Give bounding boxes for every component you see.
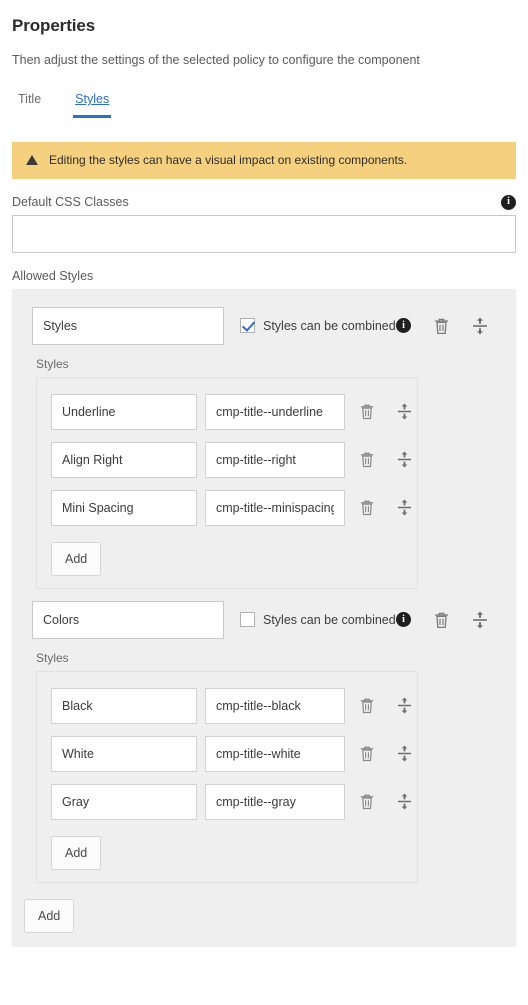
drag-handle-icon[interactable] <box>397 450 412 469</box>
style-group-header: Styles can be combined i <box>22 593 506 647</box>
drag-handle-icon[interactable] <box>472 610 488 630</box>
style-row <box>37 778 417 826</box>
trash-icon[interactable] <box>359 745 375 762</box>
trash-icon[interactable] <box>359 451 375 468</box>
style-class-input[interactable] <box>205 687 345 724</box>
tab-bar: Title Styles <box>12 90 516 119</box>
styles-sub-label: Styles <box>36 356 69 371</box>
style-class-input[interactable] <box>205 393 345 430</box>
add-group-row: Add <box>22 887 506 933</box>
page-description: Then adjust the settings of the selected… <box>12 53 420 67</box>
add-style-button[interactable]: Add <box>51 541 102 576</box>
warning-triangle-icon <box>26 155 38 166</box>
style-name-input[interactable] <box>51 735 197 772</box>
style-name-input[interactable] <box>51 783 197 820</box>
style-name-input[interactable] <box>51 441 197 478</box>
trash-icon[interactable] <box>359 793 375 810</box>
style-name-input[interactable] <box>51 687 197 724</box>
drag-handle-icon[interactable] <box>397 792 412 811</box>
allowed-styles-label: Allowed Styles <box>12 268 94 283</box>
style-row-actions <box>359 498 412 517</box>
style-group-actions: i <box>396 610 506 630</box>
styles-list-panel: Add <box>36 376 418 589</box>
info-glyph: i <box>501 194 516 210</box>
styles-sub-label: Styles <box>36 650 69 665</box>
combine-checkbox-wrap: Styles can be combined <box>240 318 396 334</box>
info-glyph: i <box>396 318 411 334</box>
info-icon[interactable]: i <box>396 612 411 628</box>
style-row-actions <box>359 402 412 421</box>
default-css-classes-input[interactable] <box>12 214 516 253</box>
add-style-row: Add <box>37 532 417 576</box>
combine-checkbox-label: Styles can be combined <box>263 318 396 333</box>
info-glyph: i <box>396 612 411 628</box>
style-class-input[interactable] <box>205 441 345 478</box>
style-row <box>37 388 417 436</box>
style-row <box>37 730 417 778</box>
style-row <box>37 682 417 730</box>
styles-can-be-combined-checkbox[interactable] <box>240 318 255 334</box>
trash-icon[interactable] <box>359 697 375 714</box>
style-class-input[interactable] <box>205 735 345 772</box>
allowed-styles-container: Styles can be combined i <box>12 288 516 947</box>
properties-panel: Properties Then adjust the settings of t… <box>0 0 528 1005</box>
tab-styles[interactable]: Styles <box>73 90 112 119</box>
combine-checkbox-wrap: Styles can be combined <box>240 612 396 628</box>
styles-list-panel: Add <box>36 670 418 883</box>
panel-header: Properties Then adjust the settings of t… <box>0 0 528 119</box>
style-group: Styles can be combined i <box>22 592 506 883</box>
trash-icon[interactable] <box>433 317 450 335</box>
default-css-classes-label: Default CSS Classes <box>12 195 129 210</box>
style-row-actions <box>359 744 412 763</box>
warning-banner: Editing the styles can have a visual imp… <box>12 142 516 179</box>
trash-icon[interactable] <box>359 499 375 516</box>
info-icon[interactable]: i <box>396 318 411 334</box>
tab-title[interactable]: Title <box>16 90 43 118</box>
drag-handle-icon[interactable] <box>397 696 412 715</box>
default-css-classes-label-row: Default CSS Classes i <box>12 194 516 210</box>
style-group: Styles can be combined i <box>22 298 506 589</box>
style-row-actions <box>359 696 412 715</box>
warning-banner-wrap: Editing the styles can have a visual imp… <box>0 142 528 179</box>
style-row-actions <box>359 450 412 469</box>
warning-text: Editing the styles can have a visual imp… <box>49 153 408 168</box>
style-class-input[interactable] <box>205 783 345 820</box>
info-icon[interactable]: i <box>501 194 516 210</box>
add-style-group-button[interactable]: Add <box>24 898 75 933</box>
style-group-header: Styles can be combined i <box>22 299 506 353</box>
style-name-input[interactable] <box>51 489 197 526</box>
styles-can-be-combined-checkbox[interactable] <box>240 612 255 628</box>
style-group-name-input[interactable] <box>32 306 224 345</box>
trash-icon[interactable] <box>433 611 450 629</box>
style-class-input[interactable] <box>205 489 345 526</box>
page-title: Properties <box>12 16 96 35</box>
style-group-name-input[interactable] <box>32 600 224 639</box>
drag-handle-icon[interactable] <box>397 744 412 763</box>
drag-handle-icon[interactable] <box>397 402 412 421</box>
style-group-actions: i <box>396 316 506 336</box>
combine-checkbox-label: Styles can be combined <box>263 612 396 627</box>
style-row-actions <box>359 792 412 811</box>
add-style-button[interactable]: Add <box>51 835 102 870</box>
style-name-input[interactable] <box>51 393 197 430</box>
add-style-row: Add <box>37 826 417 870</box>
drag-handle-icon[interactable] <box>397 498 412 517</box>
style-row <box>37 436 417 484</box>
default-css-classes-block: Default CSS Classes i Allowed Styles <box>0 194 528 283</box>
trash-icon[interactable] <box>359 403 375 420</box>
drag-handle-icon[interactable] <box>472 316 488 336</box>
style-row <box>37 484 417 532</box>
